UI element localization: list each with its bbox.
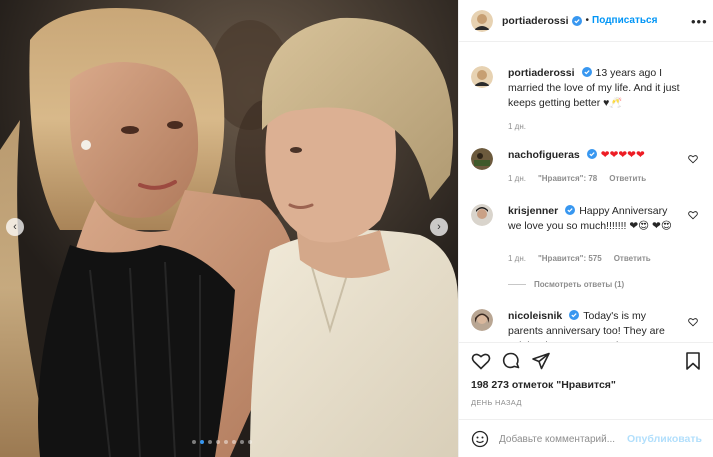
- comment-body: krisjenner Happy Anniversary we love you …: [508, 204, 683, 234]
- avatar[interactable]: [471, 309, 493, 331]
- view-replies-button[interactable]: Посмотреть ответы (1): [508, 280, 624, 289]
- author-username[interactable]: portiaderossi: [502, 15, 569, 27]
- post-photo: [0, 0, 458, 457]
- next-photo-button[interactable]: ›: [430, 218, 448, 236]
- verified-icon: [571, 15, 582, 26]
- reply-button[interactable]: Ответить: [609, 174, 646, 183]
- carousel-dot: [208, 440, 212, 444]
- avatar[interactable]: [471, 204, 493, 226]
- post-date[interactable]: ДЕНЬ НАЗАД: [471, 398, 522, 407]
- verified-icon: [581, 67, 592, 77]
- follow-button[interactable]: Подписаться: [592, 15, 657, 26]
- chevron-left-icon: ‹: [13, 220, 17, 233]
- reply-button[interactable]: Ответить: [614, 254, 651, 263]
- replies-divider: [508, 284, 526, 285]
- verified-icon: [565, 205, 576, 215]
- comment-username[interactable]: nachofigueras: [508, 149, 580, 161]
- comment-body: nachofigueras ❤❤❤❤❤: [508, 148, 683, 163]
- avatar[interactable]: [471, 9, 493, 32]
- avatar[interactable]: [471, 66, 493, 88]
- comment-input[interactable]: [499, 433, 627, 445]
- heart-icon[interactable]: [471, 351, 491, 371]
- share-icon[interactable]: [531, 351, 551, 371]
- comment-time[interactable]: 1 дн.: [508, 254, 526, 263]
- like-count[interactable]: 198 273 отметок "Нравится": [471, 379, 616, 391]
- carousel-indicator: [192, 440, 252, 444]
- more-options-icon[interactable]: •••: [691, 14, 708, 29]
- comment-time[interactable]: 1 дн.: [508, 174, 526, 183]
- emoji-icon[interactable]: [471, 430, 489, 448]
- publish-button[interactable]: Опубликовать: [627, 433, 702, 445]
- bookmark-icon[interactable]: [683, 351, 703, 371]
- comment-icon[interactable]: [501, 351, 521, 371]
- previous-photo-button[interactable]: ‹: [6, 218, 24, 236]
- avatar[interactable]: [471, 148, 493, 170]
- carousel-dot: [248, 440, 252, 444]
- comment-username[interactable]: krisjenner: [508, 205, 558, 217]
- comment-meta: 1 дн. "Нравится": 78 Ответить: [508, 174, 646, 183]
- verified-icon: [586, 149, 597, 159]
- post-actions: 198 273 отметок "Нравится" ДЕНЬ НАЗАД Оп…: [459, 342, 713, 457]
- post-side-panel: portiaderossi • Подписаться ••• portiade…: [458, 0, 713, 457]
- instagram-post: ‹ › portiaderossi • Подписаться ••• port…: [0, 0, 713, 457]
- caption-time[interactable]: 1 дн.: [508, 122, 526, 131]
- caption-body: portiaderossi 13 years ago I married the …: [508, 66, 683, 111]
- view-replies-label: Посмотреть ответы (1): [534, 280, 625, 289]
- carousel-dot: [200, 440, 204, 444]
- comment-username[interactable]: nicoleisnik: [508, 310, 562, 322]
- comment-text: ❤❤❤❤❤: [600, 149, 645, 161]
- like-comment-heart-icon[interactable]: [688, 210, 698, 220]
- like-comment-heart-icon[interactable]: [688, 317, 698, 327]
- post-header: portiaderossi • Подписаться •••: [459, 0, 713, 42]
- comments-list[interactable]: portiaderossi 13 years ago I married the …: [459, 56, 713, 342]
- carousel-dot: [224, 440, 228, 444]
- comment-meta: 1 дн. "Нравится": 575 Ответить: [508, 254, 651, 263]
- add-comment-row: Опубликовать: [459, 419, 713, 457]
- caption-meta: 1 дн.: [508, 122, 526, 131]
- comment-likes[interactable]: "Нравится": 575: [538, 254, 602, 263]
- comment-body: nicoleisnik Today's is my parents anniver…: [508, 309, 683, 342]
- carousel-dot: [240, 440, 244, 444]
- post-media[interactable]: ‹ ›: [0, 0, 458, 457]
- like-comment-heart-icon[interactable]: [688, 154, 698, 164]
- caption-username[interactable]: portiaderossi: [508, 67, 575, 79]
- separator: •: [585, 15, 590, 26]
- chevron-right-icon: ›: [437, 220, 441, 233]
- verified-icon: [569, 310, 580, 320]
- comment-likes[interactable]: "Нравится": 78: [538, 174, 597, 183]
- carousel-dot: [232, 440, 236, 444]
- carousel-dot: [192, 440, 196, 444]
- carousel-dot: [216, 440, 220, 444]
